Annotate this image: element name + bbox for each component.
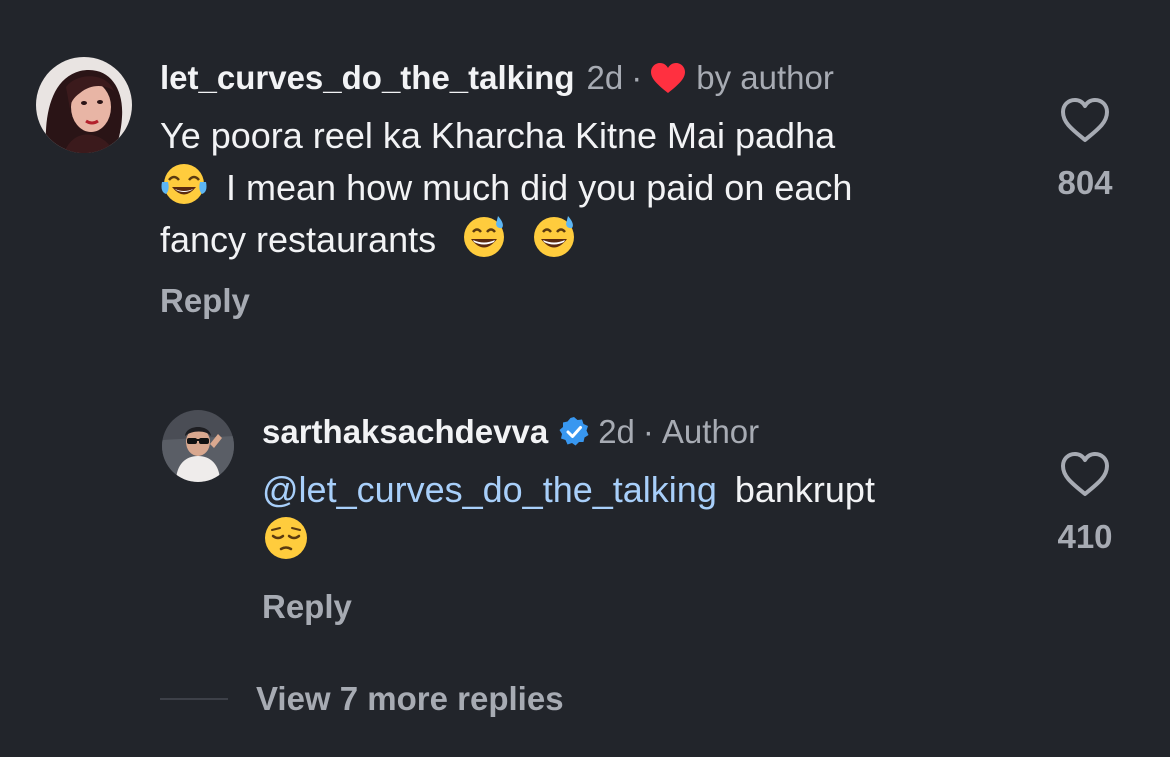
tears-of-joy-emoji-icon xyxy=(160,160,208,208)
grinning-sweat-emoji-icon xyxy=(530,212,578,260)
grinning-sweat-emoji-icon xyxy=(460,212,508,260)
reply-line-1: @let_curves_do_the_talking bankrupt xyxy=(262,466,875,514)
reply-like-count: 410 xyxy=(1057,518,1113,555)
comment-line-2: I mean how much did you paid on each xyxy=(160,160,852,212)
view-more-replies-label: View 7 more replies xyxy=(256,680,564,717)
reply-text: @let_curves_do_the_talking bankrupt xyxy=(262,466,875,566)
comment-line-1: Ye poora reel ka Kharcha Kitne Mai padha xyxy=(160,115,836,156)
author-role-label: Author xyxy=(661,413,760,450)
verified-badge-icon xyxy=(558,416,590,448)
comment-reply-button[interactable]: Reply xyxy=(160,282,250,320)
meta-separator: · xyxy=(642,413,654,450)
liked-by-author-label: by author xyxy=(696,59,834,96)
comment-like-heart-icon[interactable] xyxy=(1059,96,1111,144)
meta-separator: · xyxy=(631,59,643,96)
comment-header: let_curves_do_the_talking 2d · by author xyxy=(160,58,834,98)
liked-by-author-heart-icon xyxy=(650,62,686,94)
comment-text: Ye poora reel ka Kharcha Kitne Mai padha… xyxy=(160,112,852,264)
commenter-avatar[interactable] xyxy=(36,57,132,153)
comment-line-3-text: fancy restaurants xyxy=(160,219,437,260)
reply-line-1-text: bankrupt xyxy=(734,469,875,510)
comment-like-column: 804 xyxy=(1030,96,1140,202)
view-more-replies-button[interactable]: View 7 more replies xyxy=(160,680,564,718)
commenter-username[interactable]: let_curves_do_the_talking xyxy=(160,58,575,98)
comment-age: 2d xyxy=(586,59,624,96)
divider-line xyxy=(160,698,228,700)
reply-reply-button[interactable]: Reply xyxy=(262,588,352,626)
reply-mention-link[interactable]: @let_curves_do_the_talking xyxy=(262,469,717,510)
author-username[interactable]: sarthaksachdevva xyxy=(262,412,548,452)
reply-like-column: 410 xyxy=(1030,450,1140,556)
comment-thread: let_curves_do_the_talking 2d · by author… xyxy=(0,0,1170,757)
comment-line-2-text: I mean how much did you paid on each xyxy=(226,167,853,208)
comment-like-count: 804 xyxy=(1057,164,1113,201)
author-avatar[interactable] xyxy=(162,410,234,482)
reply-header: sarthaksachdevva 2d · Author xyxy=(262,412,759,452)
reply-like-heart-icon[interactable] xyxy=(1059,450,1111,498)
comment-line-3: fancy restaurants xyxy=(160,212,852,264)
pensive-face-emoji-icon xyxy=(262,514,310,562)
reply-age: 2d xyxy=(598,413,635,450)
reply-line-2 xyxy=(262,514,875,566)
